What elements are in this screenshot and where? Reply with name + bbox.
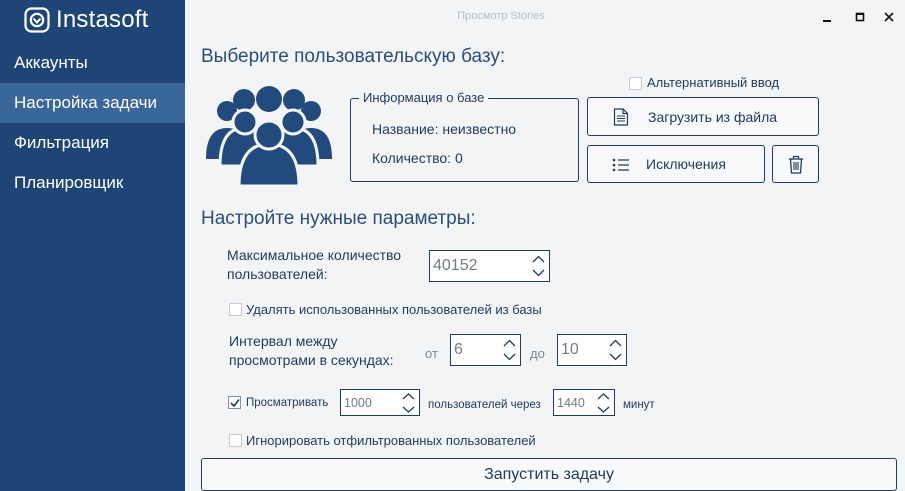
minimize-icon — [823, 20, 831, 22]
document-icon — [613, 108, 629, 126]
ignore-filtered-label: Игнорировать отфильтрованных пользовател… — [246, 433, 536, 448]
sidebar: Instasoft Аккаунты Настройка задачи Филь… — [0, 0, 185, 491]
delete-used-label: Удалять использованных пользователей из … — [246, 302, 542, 317]
maximize-button[interactable] — [849, 6, 871, 28]
interval-from-increment[interactable] — [500, 335, 520, 350]
base-info-box: Информация о базе Название: неизвестно К… — [350, 90, 579, 182]
interval-to-stepper — [557, 334, 627, 366]
max-users-input[interactable] — [430, 251, 530, 281]
interval-from-stepper — [450, 334, 521, 366]
exclusions-button[interactable]: Исключения — [587, 145, 765, 183]
view-count-decrement[interactable] — [399, 403, 419, 416]
instasoft-logo-icon — [24, 7, 50, 33]
checkmark-icon — [230, 399, 240, 408]
base-count: Количество: 0 — [372, 150, 463, 166]
alternative-input-label: Альтернативный ввод — [647, 75, 780, 90]
interval-from-label: от — [425, 346, 438, 361]
chevron-up-icon — [609, 339, 622, 347]
base-name: Название: неизвестно — [372, 121, 517, 137]
chevron-up-icon — [402, 393, 415, 400]
view-count-stepper — [340, 389, 420, 416]
interval-label-line1: Интервал между — [229, 333, 338, 349]
view-every-label: Просматривать — [246, 397, 329, 409]
chevron-down-icon — [503, 353, 516, 361]
sidebar-item-scheduler[interactable]: Планировщик — [0, 163, 185, 203]
logo-text: Instasoft — [56, 6, 149, 33]
delete-used-checkbox[interactable] — [229, 303, 242, 316]
sidebar-item-filtering[interactable]: Фильтрация — [0, 123, 185, 163]
view-count-input[interactable] — [341, 390, 401, 415]
close-icon — [884, 12, 894, 22]
chevron-down-icon — [532, 269, 545, 277]
chevron-down-icon — [597, 406, 610, 413]
load-from-file-label: Загрузить из файла — [648, 108, 778, 125]
minutes-decrement[interactable] — [594, 403, 614, 416]
max-users-increment[interactable] — [529, 251, 549, 266]
trash-icon — [789, 155, 803, 174]
title-bar: Просмотр Stories — [185, 0, 905, 34]
minutes-label: минут — [623, 399, 655, 411]
max-users-stepper — [429, 250, 550, 282]
base-section-heading: Выберите пользовательскую базу: — [201, 46, 506, 67]
interval-to-input[interactable] — [558, 335, 607, 365]
view-count-increment[interactable] — [399, 390, 419, 403]
users-after-label: пользователей через — [428, 399, 541, 411]
sidebar-item-accounts[interactable]: Аккаунты — [0, 43, 185, 83]
base-info-legend: Информация о базе — [359, 90, 489, 105]
alternative-input-checkbox[interactable] — [629, 77, 642, 90]
interval-label-line2: просмотрами в секундах: — [229, 352, 394, 368]
close-button[interactable] — [878, 6, 900, 28]
chevron-down-icon — [402, 406, 415, 413]
params-section-heading: Настройте нужные параметры: — [201, 208, 476, 229]
users-group-icon — [206, 86, 332, 186]
chevron-up-icon — [532, 255, 545, 263]
start-task-label: Запустить задачу — [484, 465, 614, 483]
minutes-stepper — [553, 389, 615, 416]
interval-to-decrement[interactable] — [606, 350, 626, 365]
interval-from-decrement[interactable] — [500, 350, 520, 365]
minimize-button[interactable] — [816, 6, 838, 28]
max-users-decrement[interactable] — [529, 266, 549, 281]
maximize-icon — [855, 12, 865, 22]
chevron-up-icon — [503, 339, 516, 347]
delete-base-button[interactable] — [772, 145, 819, 183]
minutes-input[interactable] — [554, 390, 596, 415]
logo: Instasoft — [24, 6, 149, 33]
sidebar-item-task-settings[interactable]: Настройка задачи — [0, 83, 185, 123]
ignore-filtered-checkbox[interactable] — [229, 434, 242, 447]
interval-from-input[interactable] — [451, 335, 501, 365]
view-every-checkbox[interactable] — [228, 396, 241, 409]
list-icon — [612, 158, 629, 172]
chevron-down-icon — [609, 353, 622, 361]
window-title: Просмотр Stories — [457, 10, 545, 22]
max-users-label-line1: Максимальное количество — [227, 247, 402, 263]
interval-to-increment[interactable] — [606, 335, 626, 350]
exclusions-label: Исключения — [646, 156, 726, 172]
start-task-button[interactable]: Запустить задачу — [201, 458, 897, 491]
interval-to-label: до — [530, 346, 545, 361]
load-from-file-button[interactable]: Загрузить из файла — [587, 97, 819, 136]
chevron-up-icon — [597, 393, 610, 400]
max-users-label-line2: пользователей: — [227, 266, 328, 282]
minutes-increment[interactable] — [594, 390, 614, 403]
